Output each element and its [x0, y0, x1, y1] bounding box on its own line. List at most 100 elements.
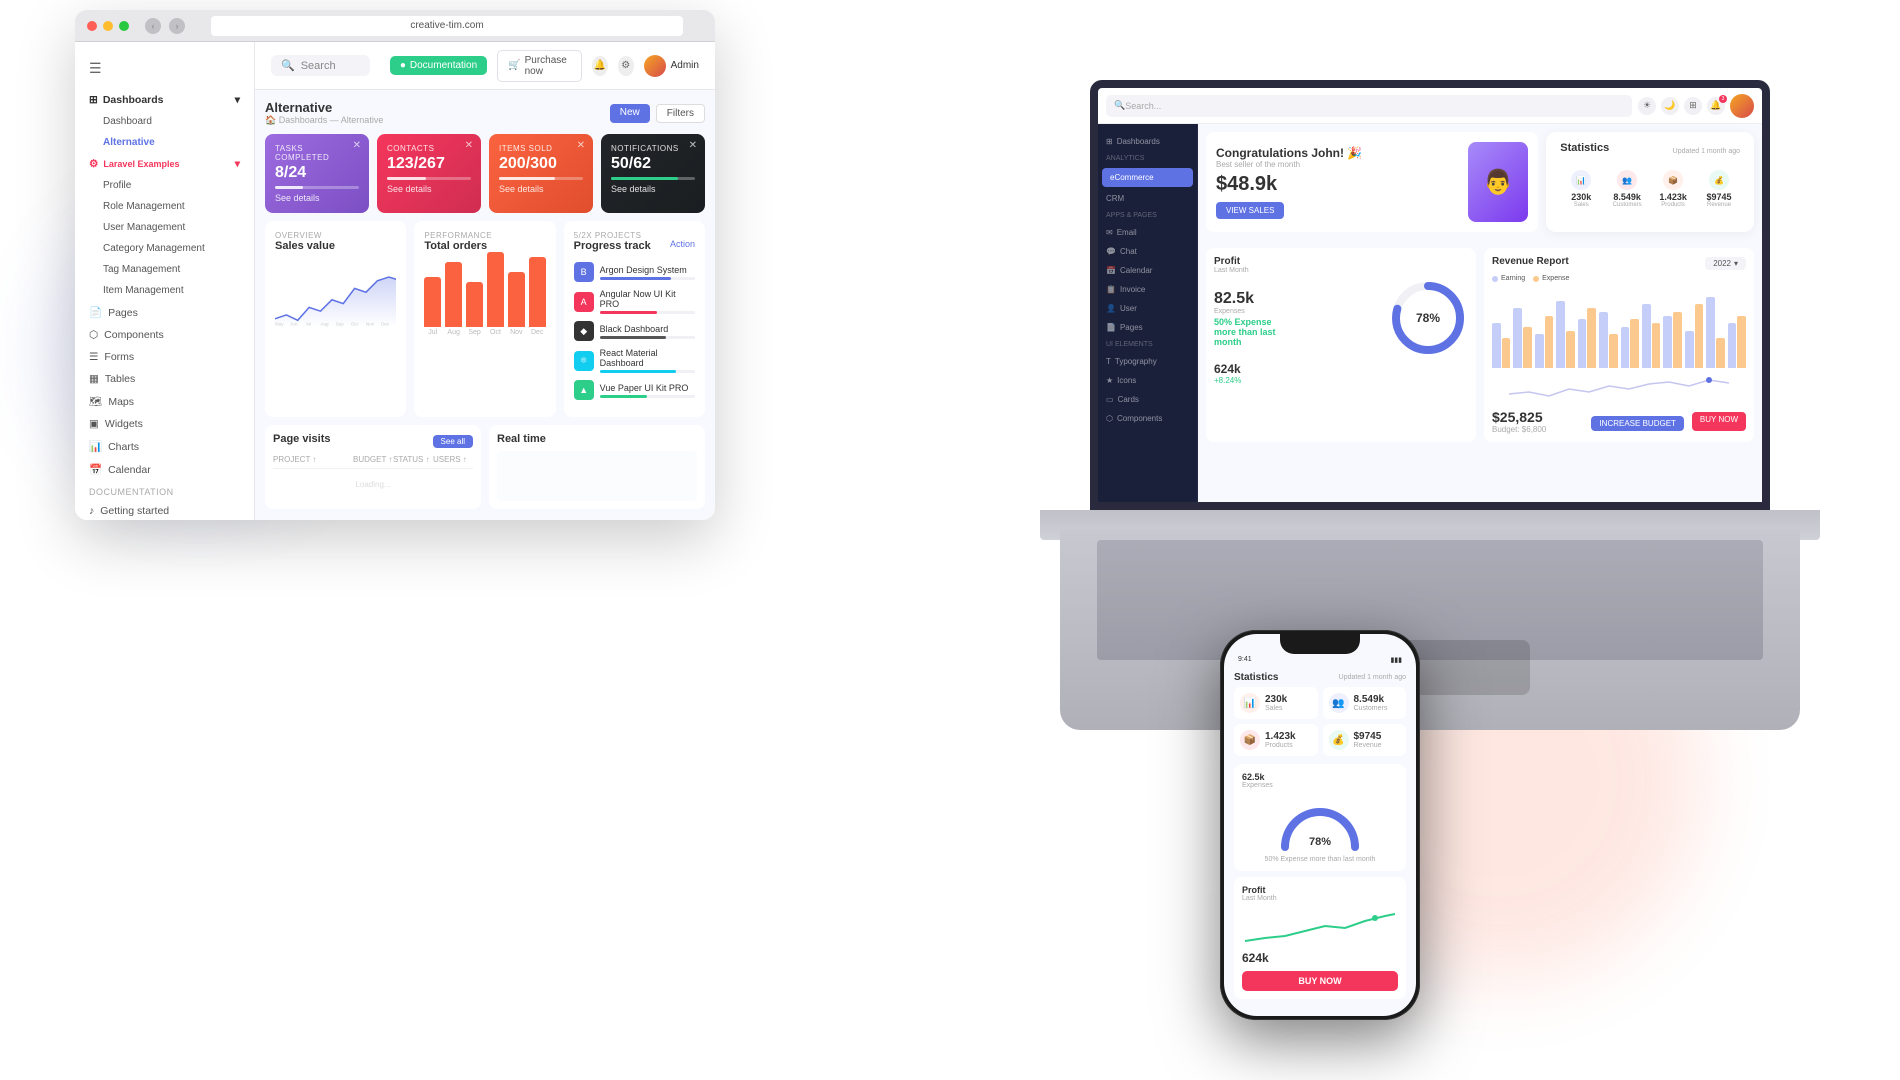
ls-calendar[interactable]: 📅 Calendar [1098, 261, 1197, 280]
ls-email[interactable]: ✉ Email [1098, 223, 1197, 242]
laptop-search-box[interactable]: 🔍 Search... [1106, 95, 1632, 117]
hamburger-icon[interactable]: ☰ [75, 52, 254, 85]
phone-buy-now-button[interactable]: BUY NOW [1242, 971, 1398, 991]
sidebar-item-getting-started[interactable]: ♪Getting started [75, 500, 254, 520]
sidebar-item-category[interactable]: Category Management [75, 238, 254, 259]
traffic-light-green[interactable] [119, 21, 129, 31]
filter-button[interactable]: Filters [656, 104, 705, 123]
moon-icon[interactable]: 🌙 [1661, 97, 1679, 115]
sidebar-item-item[interactable]: Item Management [75, 280, 254, 301]
svg-text:Aug: Aug [320, 322, 329, 327]
doc-button[interactable]: ● Documentation [390, 56, 487, 75]
rr-bar-orange [1652, 323, 1661, 368]
laptop-avatar[interactable] [1730, 94, 1754, 118]
phone-revenue-vals: $9745 Revenue [1354, 731, 1382, 749]
stat-card-items: ✕ ITEMS SOLD 200/300 See details [489, 134, 593, 213]
admin-badge[interactable]: Admin [644, 55, 699, 77]
sidebar-item-charts[interactable]: 📊Charts [75, 435, 254, 458]
ls-cards[interactable]: ▭ Cards [1098, 390, 1197, 409]
increase-budget-button[interactable]: INCREASE BUDGET [1591, 416, 1683, 431]
sidebar-item-calendar[interactable]: 📅Calendar [75, 458, 254, 481]
year-selector[interactable]: 2022 ▾ [1705, 257, 1746, 270]
black-name: Black Dashboard [600, 324, 695, 334]
comp-icon: ⬡ [1106, 414, 1113, 423]
sidebar-item-user[interactable]: User Management [75, 217, 254, 238]
svg-text:Jul: Jul [305, 322, 311, 327]
orders-label: PERFORMANCE [424, 231, 545, 240]
dashboards-label: Dashboards [103, 94, 164, 106]
ls-components[interactable]: ⬡ Components [1098, 409, 1197, 428]
phone-profit-title: Profit [1242, 885, 1398, 895]
svg-text:Jun: Jun [290, 322, 298, 327]
ls-pages[interactable]: 📄 Pages [1098, 318, 1197, 337]
ls-typography[interactable]: T Typography [1098, 352, 1197, 371]
sidebar-item-pages[interactable]: 📄Pages [75, 301, 254, 324]
sidebar-item-tables[interactable]: ▦Tables [75, 368, 254, 390]
sidebar-item-maps[interactable]: 🗺Maps [75, 390, 254, 413]
search-box[interactable]: 🔍 Search [271, 55, 370, 76]
phone-time: 9:41 [1238, 656, 1252, 664]
action-btn[interactable]: Action [670, 239, 695, 249]
see-all-button[interactable]: See all [433, 435, 473, 448]
purchase-button[interactable]: 🛒 Purchase now [497, 50, 582, 82]
laptop-topbar: 🔍 Search... ☀ 🌙 ⊞ 🔔 3 [1098, 88, 1762, 124]
tasks-link[interactable]: See details [275, 193, 359, 203]
buy-now-button-rp[interactable]: BUY NOW [1692, 412, 1746, 431]
argon-icon: B [574, 262, 594, 282]
phone-stat-revenue: 💰 $9745 Revenue [1323, 724, 1407, 756]
contacts-link[interactable]: See details [387, 184, 471, 194]
traffic-light-red[interactable] [87, 21, 97, 31]
alternative-label: Alternative [103, 137, 155, 148]
black-info: Black Dashboard [600, 324, 695, 339]
notifications-value: 50/62 [611, 155, 695, 173]
rr-bar-orange [1566, 331, 1575, 369]
browser-url-bar[interactable]: creative-tim.com [211, 16, 683, 36]
stats-updated: Updated 1 month ago [1673, 148, 1740, 155]
ls-invoice[interactable]: 📋 Invoice [1098, 280, 1197, 299]
customers-stat-icon: 👥 [1617, 170, 1637, 190]
ls-user[interactable]: 👤 User [1098, 299, 1197, 318]
grid-icon[interactable]: ⊞ [1684, 97, 1702, 115]
notifications-link[interactable]: See details [611, 184, 695, 194]
profit-title: Profit [1214, 256, 1468, 267]
ls-chat[interactable]: 💬 Chat [1098, 242, 1197, 261]
sidebar-item-alternative[interactable]: Alternative [75, 132, 254, 153]
phone-stats-title: Statistics [1234, 672, 1278, 683]
new-button[interactable]: New [610, 104, 650, 123]
nav-back[interactable]: ‹ [145, 18, 161, 34]
notification-bell[interactable]: 🔔 [592, 56, 608, 76]
react-info: React Material Dashboard [600, 348, 695, 373]
traffic-light-yellow[interactable] [103, 21, 113, 31]
ls-ecommerce[interactable]: eCommerce [1102, 168, 1193, 187]
bell-icon[interactable]: 🔔 3 [1707, 97, 1725, 115]
ls-dashboards[interactable]: ⊞ Dashboards [1098, 132, 1197, 151]
nav-forward[interactable]: › [169, 18, 185, 34]
sidebar-item-dashboard[interactable]: Dashboard [75, 111, 254, 132]
sidebar-group-dashboards[interactable]: ⊞ Dashboards ▾ [75, 89, 254, 111]
sun-icon[interactable]: ☀ [1638, 97, 1656, 115]
sidebar-item-role[interactable]: Role Management [75, 196, 254, 217]
view-sales-button[interactable]: VIEW SALES [1216, 202, 1284, 219]
sales-stat-icon: 📊 [1571, 170, 1591, 190]
sidebar-group-laravel[interactable]: ⚙ Laravel Examples ▾ [75, 153, 254, 175]
items-link[interactable]: See details [499, 184, 583, 194]
revenue-card: Revenue Report 2022 ▾ Earning Expense [1484, 248, 1754, 442]
col-users: USERS ↑ [433, 455, 473, 464]
settings-icon[interactable]: ⚙ [618, 56, 634, 76]
sidebar-item-tag[interactable]: Tag Management [75, 259, 254, 280]
revenue-line-chart [1492, 374, 1746, 404]
rr-bar-blue [1513, 308, 1522, 368]
ls-icons[interactable]: ★ Icons [1098, 371, 1197, 390]
chat-icon: 💬 [1106, 247, 1116, 256]
svg-text:78%: 78% [1309, 836, 1331, 848]
ls-crm[interactable]: CRM [1098, 189, 1197, 208]
react-name: React Material Dashboard [600, 348, 695, 368]
contacts-value: 123/267 [387, 155, 471, 173]
progress-item-argon: B Argon Design System [574, 262, 695, 282]
sidebar-item-forms[interactable]: ☰Forms [75, 346, 254, 368]
phone-inner: 9:41 ▮▮▮ Statistics Updated 1 month ago … [1224, 634, 1416, 1016]
sidebar-item-components[interactable]: ⬡Components [75, 324, 254, 346]
phone-customers-lbl: Customers [1354, 705, 1388, 712]
sidebar-item-profile[interactable]: Profile [75, 175, 254, 196]
sidebar-item-widgets[interactable]: ▣Widgets [75, 413, 254, 435]
